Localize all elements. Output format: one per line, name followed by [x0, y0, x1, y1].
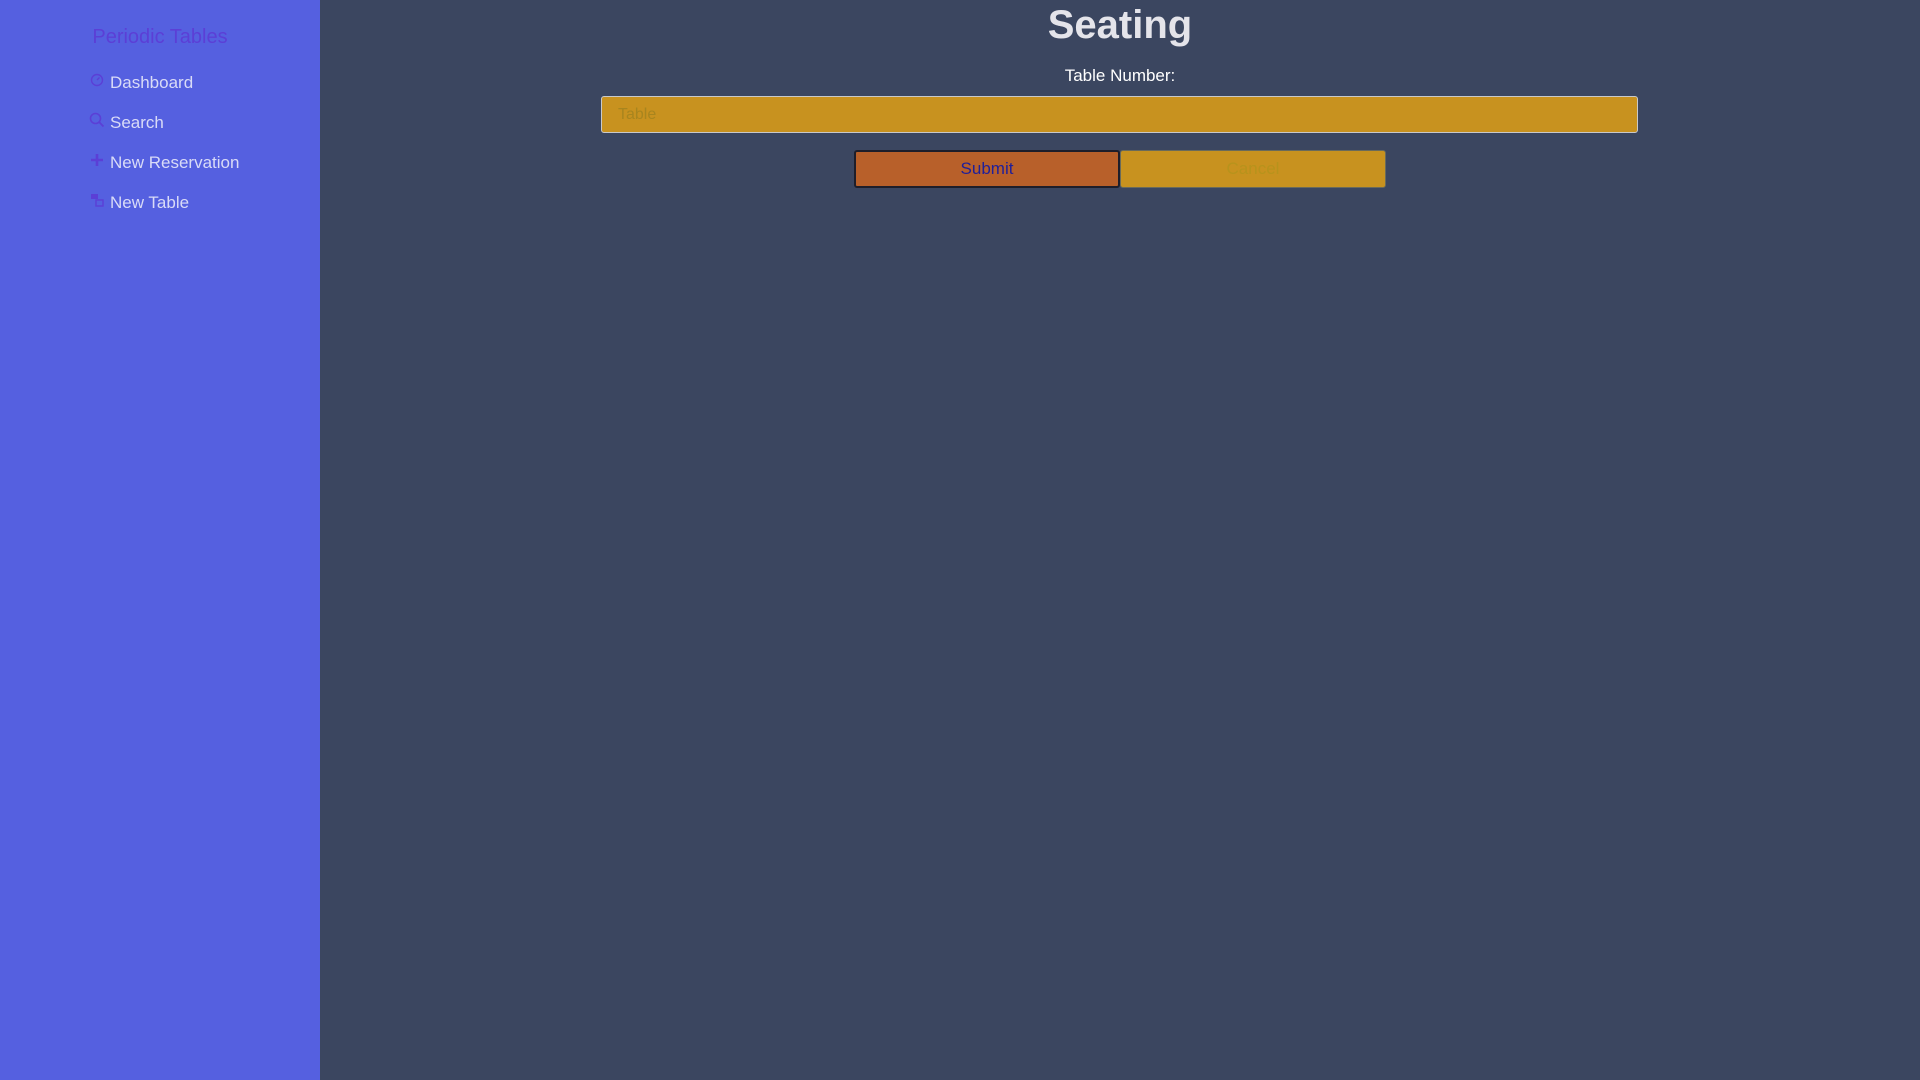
sidebar-item-label: Search [110, 113, 164, 132]
sidebar-item-new-reservation[interactable]: New Reservation [88, 143, 320, 183]
brand-title[interactable]: Periodic Tables [0, 26, 320, 49]
table-number-input[interactable] [601, 96, 1638, 133]
sidebar-item-label: Dashboard [110, 73, 194, 92]
submit-button[interactable]: Submit [854, 150, 1120, 188]
dashboard-icon [88, 71, 106, 89]
search-icon [88, 111, 106, 129]
sidebar: Periodic Tables Dashboard Search New Res… [0, 0, 320, 1080]
table-number-label: Table Number: [1064, 66, 1176, 85]
sidebar-item-dashboard[interactable]: Dashboard [88, 63, 320, 103]
plus-icon [88, 151, 106, 169]
sidebar-item-label: New Reservation [110, 153, 240, 172]
app-root: Periodic Tables Dashboard Search New Res… [0, 0, 1920, 1080]
sidebar-item-label: New Table [110, 193, 190, 212]
main-content: Seating Table Number: Submit Cancel [320, 0, 1920, 1080]
cancel-button[interactable]: Cancel [1120, 150, 1386, 188]
page-title: Seating [1047, 3, 1193, 47]
table-icon [88, 191, 106, 209]
sidebar-item-search[interactable]: Search [88, 103, 320, 143]
sidebar-item-new-table[interactable]: New Table [88, 183, 320, 223]
sidebar-nav: Dashboard Search New Reservation New Tab… [0, 63, 320, 223]
